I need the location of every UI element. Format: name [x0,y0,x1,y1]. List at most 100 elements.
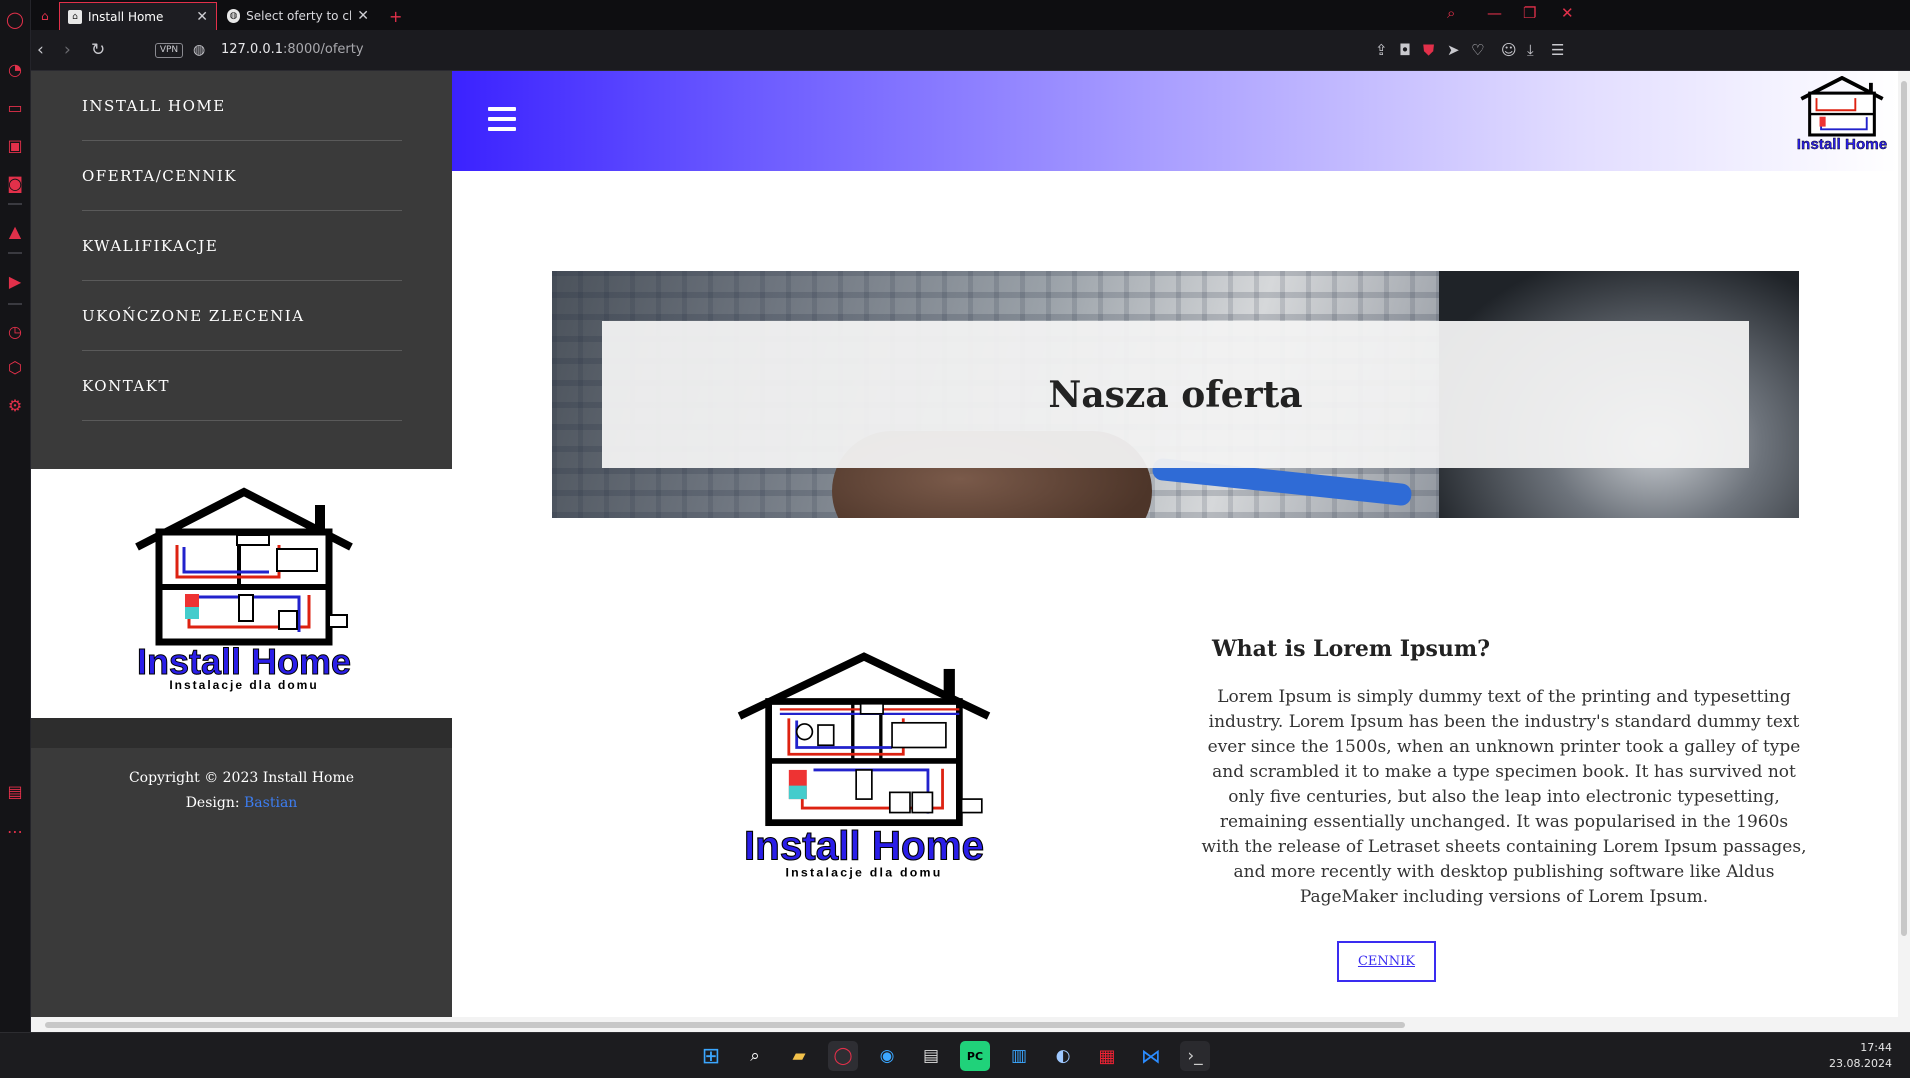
logo-brand-text: Install Home [137,641,351,682]
page-viewport: INSTALL HOME OFERTA/CENNIK KWALIFIKACJE … [31,71,1910,1032]
download-icon[interactable]: ⤓ [1527,41,1534,59]
site-sidebar: INSTALL HOME OFERTA/CENNIK KWALIFIKACJE … [31,71,452,1017]
new-tab-button[interactable]: + [381,2,405,30]
minimize-icon[interactable]: — [1487,4,1502,22]
pycharm-icon[interactable]: PC [960,1041,990,1071]
hero-banner: Nasza oferta [552,271,1799,518]
restore-icon[interactable]: ❐ [1523,4,1536,22]
easy-setup-icon[interactable]: ☰ [1551,41,1564,59]
url-path: :8000/oferty [283,42,364,57]
opera-logo-icon[interactable]: ◯ [4,8,26,30]
menu-item-kontakt[interactable]: KONTAKT [82,351,402,421]
site-header: Install Home [452,71,1898,171]
menu-item-label: KWALIFIKACJE [82,236,219,255]
notes-icon[interactable]: ▥ [1004,1041,1034,1071]
system-clock[interactable]: 17:44 23.08.2024 [1829,1040,1892,1072]
cennik-button[interactable]: CENNIK [1337,941,1436,982]
more-icon[interactable]: ⋯ [4,820,26,842]
vpn-badge[interactable]: VPN [155,43,183,58]
page-title: Nasza oferta [1048,373,1303,416]
site-info-icon[interactable]: ◍ [193,42,205,58]
share-icon[interactable]: ⇪ [1375,41,1388,59]
scrollbar-thumb[interactable] [45,1022,1405,1028]
reload-icon[interactable]: ↻ [91,40,105,60]
tab-select-oferty[interactable]: ◍ Select oferty to change | Dj ✕ [219,2,377,30]
tab-title: Install Home [88,9,164,24]
forward-icon[interactable]: › [64,40,71,60]
speed-dial-icon[interactable]: ◔ [4,58,26,80]
menu-item-label: INSTALL HOME [82,96,226,115]
send-icon[interactable]: ➤ [1447,41,1460,59]
menu-item-label: KONTAKT [82,376,170,395]
header-logo[interactable]: Install Home [1796,76,1888,154]
favicon-icon: ⌂ [68,9,82,24]
back-icon[interactable]: ‹ [37,40,44,60]
clock-date: 23.08.2024 [1829,1057,1892,1070]
design-author-link[interactable]: Bastian [244,795,297,811]
content-logo-brand: Install Home [744,823,984,869]
twitch-icon[interactable]: ▣ [4,134,26,156]
snapshot-icon[interactable]: ◘ [1399,41,1411,59]
copyright-text: Copyright © 2023 Install Home [128,770,355,786]
tab-install-home[interactable]: ⌂ Install Home ✕ [59,2,217,30]
address-bar: ‹ › ↻ VPN ◍ 127.0.0.1:8000/oferty ⇪ ◘ ⛊ … [31,30,1910,71]
menu-item-label: UKOŃCZONE ZLECENIA [82,306,305,325]
pinboard-icon[interactable]: ▤ [4,780,26,802]
sidebar-divider [31,718,452,748]
extensions-icon[interactable]: ⬡ [4,356,26,378]
install-home-logo[interactable]: Install Home Instalacje dla domu [129,487,359,692]
steam-icon[interactable]: ◐ [1048,1041,1078,1071]
hero-title-box: Nasza oferta [602,321,1749,468]
windows-start-icon[interactable]: ⊞ [696,1041,726,1071]
instagram-icon[interactable]: ◙ [4,172,26,194]
content-logo: Install Home Instalacje dla domu [737,652,991,880]
url-host: 127.0.0.1 [221,42,284,57]
settings-icon[interactable]: ⚙ [4,394,26,416]
tab-menu-icon[interactable]: ⌂ [33,2,57,30]
opera-gx-icon[interactable]: ◯ [828,1041,858,1071]
content-logo-tagline: Instalacje dla domu [785,866,942,880]
close-icon[interactable]: ✕ [196,9,208,25]
vertical-scrollbar[interactable] [1898,71,1910,1017]
menu-item-ukonczone-zlecenia[interactable]: UKOŃCZONE ZLECENIA [82,281,402,351]
menu-item-oferta-cennik[interactable]: OFERTA/CENNIK [82,141,402,211]
scrollbar-thumb[interactable] [1901,81,1907,936]
menu-item-install-home[interactable]: INSTALL HOME [82,71,402,141]
browser-sidebar: ◯ ◔ ▭ ▣ ◙ ▲ ▶ ◷ ⬡ ⚙ ▤ ⋯ [0,0,31,1032]
heart-icon[interactable]: ♡ [1471,41,1484,59]
tab-bar: ⌂ ⌂ Install Home ✕ ◍ Select oferty to ch… [31,0,1910,30]
close-window-icon[interactable]: ✕ [1561,4,1574,22]
workspace-icon[interactable]: ▭ [4,96,26,118]
url-field[interactable]: 127.0.0.1:8000/oferty [221,42,364,57]
search-tabs-icon[interactable]: ⌕ [1447,4,1455,22]
notepad-icon[interactable]: ▤ [916,1041,946,1071]
search-icon[interactable]: ⌕ [740,1041,770,1071]
horizontal-scrollbar[interactable] [31,1017,1910,1032]
app-icon[interactable]: ◉ [872,1041,902,1071]
sidebar-separator [8,203,22,205]
hamburger-menu-icon[interactable] [488,107,516,131]
sidebar-separator [8,303,22,305]
file-explorer-icon[interactable]: ▰ [784,1041,814,1071]
aria-icon[interactable]: ▲ [4,220,26,242]
menu-item-label: OFERTA/CENNIK [82,166,238,185]
winrar-icon[interactable]: ▦ [1092,1041,1122,1071]
globe-icon: ◍ [227,9,241,23]
site-menu: INSTALL HOME OFERTA/CENNIK KWALIFIKACJE … [31,71,452,469]
sidebar-separator [8,252,22,254]
history-icon[interactable]: ◷ [4,320,26,342]
header-logo-text: Install Home [1797,136,1887,153]
player-icon[interactable]: ▶ [4,270,26,292]
adblock-icon[interactable]: ⛊ [1423,41,1434,59]
taskbar: ⊞ ⌕ ▰ ◯ ◉ ▤ PC ▥ ◐ ▦ ⋈ ›_ 17:44 23.08.20… [0,1032,1910,1078]
section-heading: What is Lorem Ipsum? [1211,636,1491,662]
design-label: Design: [185,795,245,811]
menu-item-kwalifikacje[interactable]: KWALIFIKACJE [82,211,402,281]
close-icon[interactable]: ✕ [357,8,369,24]
sidebar-logo-box: Install Home Instalacje dla domu [31,469,452,718]
clock-time: 17:44 [1860,1041,1892,1054]
vscode-icon[interactable]: ⋈ [1136,1041,1166,1071]
account-icon[interactable]: ☺ [1501,41,1517,59]
logo-tagline-text: Instalacje dla domu [169,678,318,692]
terminal-icon[interactable]: ›_ [1180,1041,1210,1071]
